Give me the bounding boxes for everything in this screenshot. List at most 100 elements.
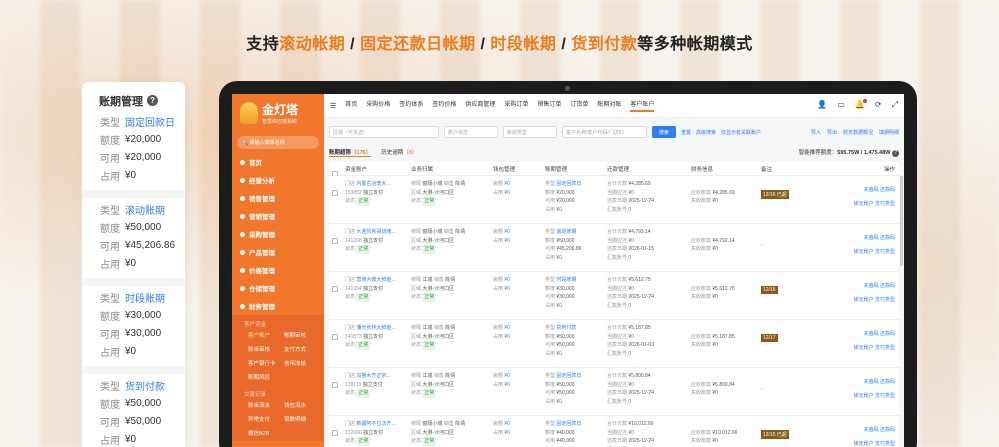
toolbar-action-link[interactable]: 导入	[811, 129, 821, 136]
recharge-code-link[interactable]: 充值码	[864, 187, 879, 193]
cell-line: 额度 ¥50,000	[545, 381, 603, 390]
pay-type-link[interactable]: 支付类型	[875, 249, 895, 255]
document-icon[interactable]: ▭	[837, 100, 845, 110]
fullscreen-icon[interactable]: ⤢	[892, 100, 898, 110]
toolbar-action-link[interactable]: 财务数据概况	[843, 129, 873, 136]
row-select-cell	[329, 276, 341, 292]
lock-account-link[interactable]: 锁定账户	[854, 249, 874, 255]
sidebar-item[interactable]: 销售管理	[232, 189, 324, 207]
recharge-code-link[interactable]: 充值码	[864, 331, 879, 337]
reset-link[interactable]: 重置	[681, 129, 691, 136]
pay-type-link[interactable]: 支付类型	[875, 297, 895, 303]
help-icon[interactable]: ?	[147, 95, 158, 106]
repay-code-link[interactable]: 还款码	[880, 427, 895, 433]
help-icon[interactable]: ?	[892, 149, 899, 157]
submenu-item[interactable]: 账余审核	[248, 345, 284, 353]
lock-account-link[interactable]: 锁定账户	[854, 297, 874, 303]
toolbar-action-link[interactable]: 导出	[827, 129, 837, 136]
tab-history-overdue[interactable]: 历史逾期（8）	[381, 148, 417, 156]
top-nav-tab[interactable]: 采购订单	[504, 99, 528, 112]
row-checkbox[interactable]	[332, 334, 338, 340]
sidebar-item[interactable]: 产品管理	[232, 243, 324, 261]
account-name-link[interactable]: 营荷大螃大鲜鱼...	[356, 277, 395, 283]
submenu-item[interactable]: 账期审核	[284, 331, 320, 339]
account-name-link[interactable]: 乌鲁木齐正宗...	[356, 373, 390, 379]
bell-icon[interactable]: 🔔	[855, 99, 867, 110]
recharge-code-link[interactable]: 充值码	[864, 235, 879, 241]
submenu-item[interactable]: 微信B2B	[248, 429, 284, 437]
top-nav-tab[interactable]: 供应商管理	[465, 99, 495, 112]
account-status-select[interactable]: 账户状态	[444, 126, 498, 138]
scrollbar[interactable]	[900, 176, 903, 266]
top-nav-tab[interactable]: 销售订单	[537, 99, 561, 112]
repay-code-link[interactable]: 还款码	[880, 187, 895, 193]
table-row: 门店 乌鲁木齐正宗... 138113 独立支付 状态 正常 窗隔 江城 销售 …	[329, 368, 899, 416]
sidebar-item[interactable]: 首页	[232, 153, 324, 171]
pay-type-link[interactable]: 支付类型	[875, 345, 895, 351]
repay-code-link[interactable]: 还款码	[880, 235, 895, 241]
top-nav-tab[interactable]: 签约价格	[432, 99, 456, 112]
credit-cell: 类型 固定回款日 额度 ¥20,000 可用 ¥20,000 占用 ¥0	[541, 180, 603, 214]
repay-code-link[interactable]: 还款码	[880, 283, 895, 289]
row-checkbox[interactable]	[332, 190, 338, 196]
top-nav-tab[interactable]: 账期对账	[597, 99, 621, 112]
submenu-item[interactable]: 信用冻结	[284, 359, 320, 367]
account-name-link[interactable]: 内蒙古洽李大...	[356, 181, 390, 187]
sidebar-item[interactable]: 仓储管理	[232, 279, 324, 297]
account-name-link[interactable]: 新疆阿不拉法齐...	[356, 421, 395, 427]
lock-account-link[interactable]: 锁定账户	[854, 393, 874, 399]
due-label: 还款日期	[607, 246, 628, 252]
tab-over-limit[interactable]: 账期超限（176）	[329, 148, 372, 157]
pay-type-link[interactable]: 支付类型	[875, 201, 895, 207]
submenu-item[interactable]: 客户银行卡	[248, 359, 284, 367]
submenu-item[interactable]: 账期风控	[248, 373, 284, 381]
top-nav-tab[interactable]: 首页	[345, 99, 357, 112]
top-nav-tab[interactable]: 采购价格	[366, 99, 390, 112]
sidebar-item[interactable]: 营销管理	[232, 207, 324, 225]
recharge-code-link[interactable]: 充值码	[864, 427, 879, 433]
recharge-code-link[interactable]: 充值码	[864, 379, 879, 385]
search-button[interactable]: 搜索	[652, 126, 677, 138]
row-checkbox[interactable]	[332, 430, 338, 436]
lock-account-link[interactable]: 锁定账户	[854, 345, 874, 351]
pay-type-link[interactable]: 支付类型	[875, 441, 895, 447]
cell-line: 还款日期 2025-12-24	[607, 437, 687, 446]
lock-account-link[interactable]: 锁定账户	[854, 441, 874, 447]
recharge-code-link[interactable]: 充值码	[864, 283, 879, 289]
lock-account-link[interactable]: 锁定账户	[854, 201, 874, 207]
row-checkbox[interactable]	[332, 238, 338, 244]
submenu-item[interactable]: 钱包流水	[284, 401, 320, 409]
pay-type-link[interactable]: 支付类型	[875, 393, 895, 399]
top-nav-tab[interactable]: 客户账户	[630, 99, 655, 112]
credit-available: ¥50,000	[556, 390, 575, 396]
row-checkbox[interactable]	[332, 382, 338, 388]
credit-type-select[interactable]: 账期类型	[503, 126, 557, 138]
advanced-search-link[interactable]: 高级搜索	[696, 129, 716, 136]
linked-accounts-toggle[interactable]: 仅显示有关联账户	[721, 129, 761, 136]
sidebar-item[interactable]: 财务管理	[232, 297, 324, 315]
sidebar-item[interactable]: 价格管理	[232, 261, 324, 279]
account-name-link[interactable]: 潘光张林大鲜鱼...	[356, 325, 395, 331]
avatar[interactable]: 👤	[817, 100, 827, 110]
submenu-item[interactable]: 客户账户	[248, 331, 284, 339]
account-name-link[interactable]: 大连凯希哥烧烤...	[356, 229, 395, 235]
repay-code-link[interactable]: 还款码	[880, 331, 895, 337]
refresh-icon[interactable]: ⟳	[875, 100, 882, 110]
sidebar-item[interactable]: 采购管理	[232, 225, 324, 243]
submenu-item[interactable]: 支付方式	[284, 345, 320, 353]
top-nav-tab[interactable]: 签约体系	[399, 99, 423, 112]
credit-row: 可用 ¥30,000	[82, 324, 185, 342]
customer-search-input[interactable]: 客户名称/客户代码/门店ID	[562, 126, 647, 138]
sidebar-item[interactable]: 经营分析	[232, 171, 324, 189]
submenu-item[interactable]: 银数明细	[284, 415, 320, 423]
toolbar-action-link[interactable]: 填期明细	[879, 129, 899, 136]
repay-code-link[interactable]: 还款码	[880, 379, 895, 385]
submenu-item[interactable]: 异常支付	[248, 415, 284, 423]
region-select[interactable]: 区域（可多选）	[329, 126, 439, 138]
menu-search-input[interactable]: 🔍 请输入菜单名称	[237, 136, 319, 149]
menu-toggle-icon[interactable]: ☰	[330, 102, 336, 110]
submenu-item[interactable]: 账余流水	[248, 401, 284, 409]
row-checkbox[interactable]	[332, 286, 338, 292]
top-nav-tab[interactable]: 订货单	[570, 99, 588, 112]
